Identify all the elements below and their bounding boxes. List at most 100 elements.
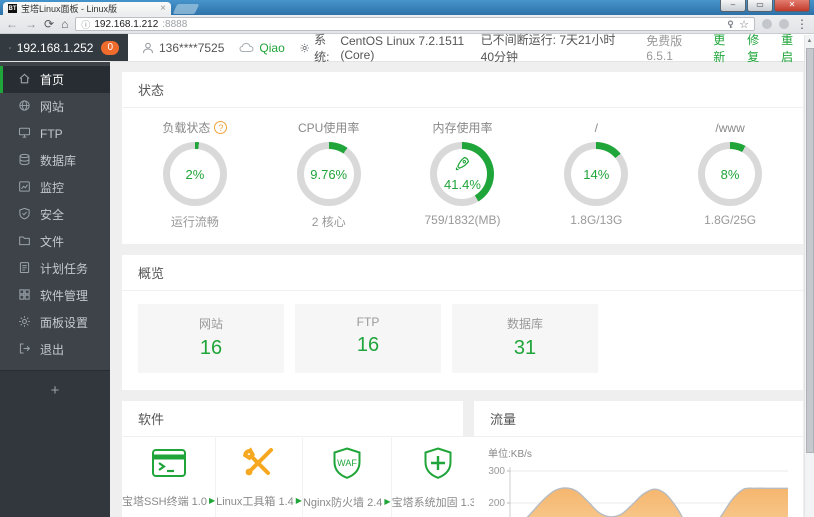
sidebar-item-settings[interactable]: 面板设置 [0,309,110,336]
monitor-icon [18,180,31,196]
url-bar[interactable]: ⓘ 192.168.1.212 :8888 ☆ [75,17,755,31]
account-username[interactable]: Qiao [239,41,285,55]
status-section: 状态 负载状态 ? 2% 运行流畅 CPU使用率 9.76% 2 核心 内存使用… [122,72,803,244]
repair-link[interactable]: 修复 [747,31,766,65]
gauge-label: 负载状态 [162,121,211,135]
cloud-icon [239,42,254,53]
overview-card-label: FTP [356,315,380,329]
gauge-sub-label: 1.8G/13G [570,213,623,227]
plugin-key-icon[interactable] [726,19,735,29]
sidebar-item-label: 网站 [40,100,65,114]
window-close-button[interactable]: ✕ [774,0,810,12]
sidebar-item-monitor[interactable]: 监控 [0,174,110,201]
gauge-label: CPU使用率 [298,121,360,135]
home-icon[interactable]: ⌂ [61,18,68,30]
sidebar-item-database[interactable]: 数据库 [0,147,110,174]
browser-tab[interactable]: BT 宝塔Linux面板 - Linux版 × [3,2,171,15]
software-section-title: 软件 [122,401,463,437]
sidebar-item-label: 数据库 [40,154,77,168]
overview-card-label: 数据库 [506,317,543,331]
url-port: :8888 [162,18,188,30]
sidebar-item-logout[interactable]: 退出 [0,336,110,363]
sidebar-item-files[interactable]: 文件 [0,228,110,255]
chrome-menu-icon[interactable]: ⋮ [796,18,808,30]
system-info: 系统: CentOS Linux 7.2.1511 (Core) [300,31,466,65]
sidebar-item-label: 安全 [40,208,65,222]
overview-card-sites[interactable]: 网站 16 [138,304,284,373]
window-minimize-button[interactable]: – [720,0,746,12]
sidebar-item-label: 软件管理 [40,289,89,303]
sidebar-item-label: 文件 [40,235,65,249]
play-icon: ▶ [295,496,302,505]
overview-section: 概览 网站 16 FTP 16 数据库 31 [122,255,803,390]
software-item[interactable]: WAF Nginx防火墙 2.4 ▶ [302,437,392,517]
forward-icon[interactable]: → [25,18,37,30]
software-section: 软件 宝塔SSH终端 1.0 ▶ Linux工具箱 1.4 ▶ WAF Ngin… [122,401,485,517]
tab-close-icon[interactable]: × [160,4,166,14]
software-item-label: Linux工具箱 1.4 [216,495,294,508]
extension-icon[interactable] [762,19,772,29]
sidebar-item-ftp[interactable]: FTP [0,120,110,147]
gauge-sub-label: 2 核心 [311,215,346,229]
gauge-sub-label: 1.8G/25G [704,213,757,227]
overview-card-database[interactable]: 数据库 31 [452,304,598,373]
page-info-icon[interactable]: ⓘ [81,18,90,31]
back-icon[interactable]: ← [6,18,18,30]
restart-link[interactable]: 重启 [781,31,800,65]
scrollbar-up-icon[interactable]: ▲ [805,35,814,47]
status-gauge: / 14% 1.8G/13G [529,120,663,230]
extension-icon[interactable] [779,19,789,29]
new-tab-button[interactable] [172,4,200,14]
software-item-label: 宝塔SSH终端 1.0 [122,495,207,508]
sidebar-item-sites[interactable]: 网站 [0,93,110,120]
help-icon[interactable]: ? [214,121,228,134]
apps-icon [18,288,31,304]
gauge-value: 41.4% [444,177,481,192]
shield-icon [18,207,31,223]
window-maximize-button[interactable]: ▭ [747,0,773,12]
gauge-label: / [594,120,598,135]
overview-card-value: 16 [356,334,380,356]
gauge-label: /www [715,120,745,135]
gauge-value: 9.76% [310,166,348,182]
waf-shield-icon: WAF [330,446,364,485]
scrollbar-thumb[interactable] [806,48,814,453]
sidebar-item-label: 退出 [40,343,65,357]
software-item[interactable]: 宝塔SSH终端 1.0 ▶ [122,437,217,517]
sidebar-item-soft[interactable]: 软件管理 [0,282,110,309]
svg-text:300: 300 [488,466,505,477]
account-phone-label: 136****7525 [159,40,225,55]
system-label: 系统: [314,32,330,64]
sidebar-add-button[interactable]: + [0,371,110,399]
sidebar-item-home[interactable]: 首页 [0,66,110,93]
sidebar-item-security[interactable]: 安全 [0,201,110,228]
play-icon: ▶ [384,497,391,506]
rocket-icon [455,156,470,176]
gauge-donut: 8% [698,142,763,206]
server-ip: 192.168.1.252 [16,40,94,55]
monitor-icon [9,46,11,49]
overview-card-value: 16 [199,337,223,359]
software-item[interactable]: Linux工具箱 1.4 ▶ [216,437,303,517]
uptime-text: 已不间断运行: 7天21小时40分钟 [480,32,616,64]
overview-card-value: 31 [513,337,537,359]
terminal-icon [151,447,187,484]
sidebar-item-label: 首页 [40,73,65,87]
overview-card-ftp[interactable]: FTP 16 [295,304,441,373]
software-item[interactable]: 宝塔系统加固 1.3 ▶ [391,437,485,517]
page-scrollbar[interactable]: ▲ [804,35,814,517]
user-icon [142,42,154,53]
message-count-badge[interactable]: 0 [101,40,119,55]
update-link[interactable]: 更新 [713,31,732,65]
traffic-area-chart: 300200100 [488,466,788,517]
bookmark-star-icon[interactable]: ☆ [739,18,749,31]
tab-title: 宝塔Linux面板 - Linux版 [21,4,118,14]
refresh-icon[interactable]: ⟳ [44,18,54,30]
server-ip-block[interactable]: 192.168.1.252 0 [0,34,128,61]
globe-icon [18,99,31,115]
url-host: 192.168.1.212 [94,18,159,30]
sidebar-item-cron[interactable]: 计划任务 [0,255,110,282]
sidebar-item-label: 计划任务 [40,262,89,276]
account-phone[interactable]: 136****7525 [142,41,224,55]
chart-unit-label: 单位:KB/s [488,449,532,460]
